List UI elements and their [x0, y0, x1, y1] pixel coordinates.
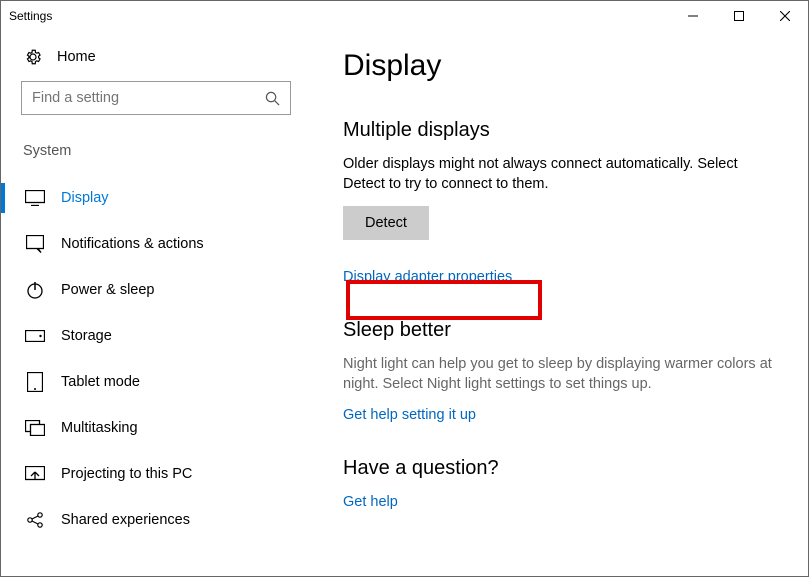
shared-icon: [25, 510, 45, 530]
category-label: System: [23, 143, 291, 159]
home-label: Home: [57, 49, 96, 65]
page-title: Display: [343, 49, 778, 83]
sidebar-item-power[interactable]: Power & sleep: [21, 267, 291, 313]
settings-window: Settings Home: [0, 0, 809, 577]
window-title: Settings: [9, 9, 52, 23]
question-heading: Have a question?: [343, 457, 778, 480]
sleep-better-heading: Sleep better: [343, 319, 778, 342]
annotation-highlight: [346, 280, 542, 320]
minimize-icon: [688, 11, 698, 21]
night-light-help-link[interactable]: Get help setting it up: [343, 407, 476, 423]
gear-icon: [23, 47, 43, 67]
sidebar-item-storage[interactable]: Storage: [21, 313, 291, 359]
sidebar-item-tablet[interactable]: Tablet mode: [21, 359, 291, 405]
sidebar-item-label: Power & sleep: [61, 282, 155, 298]
sidebar-item-label: Storage: [61, 328, 112, 344]
sidebar-item-label: Projecting to this PC: [61, 466, 192, 482]
multitasking-icon: [25, 418, 45, 438]
titlebar: Settings: [1, 1, 808, 31]
close-button[interactable]: [762, 1, 808, 31]
window-controls: [670, 1, 808, 31]
nav-list: Display Notifications & actions Power & …: [21, 175, 291, 543]
notifications-icon: [25, 234, 45, 254]
minimize-button[interactable]: [670, 1, 716, 31]
display-icon: [25, 188, 45, 208]
multiple-displays-heading: Multiple displays: [343, 119, 778, 142]
sidebar-item-display[interactable]: Display: [21, 175, 291, 221]
sidebar-item-label: Notifications & actions: [61, 236, 204, 252]
detect-button[interactable]: Detect: [343, 206, 429, 240]
sleep-better-text: Night light can help you get to sleep by…: [343, 355, 778, 394]
sidebar-item-projecting[interactable]: Projecting to this PC: [21, 451, 291, 497]
sidebar-item-notifications[interactable]: Notifications & actions: [21, 221, 291, 267]
close-icon: [780, 11, 790, 21]
maximize-button[interactable]: [716, 1, 762, 31]
sidebar-item-multitasking[interactable]: Multitasking: [21, 405, 291, 451]
search-input[interactable]: [32, 90, 265, 106]
maximize-icon: [734, 11, 744, 21]
sidebar-item-label: Display: [61, 190, 109, 206]
power-icon: [25, 280, 45, 300]
sidebar-item-label: Tablet mode: [61, 374, 140, 390]
sidebar-item-shared[interactable]: Shared experiences: [21, 497, 291, 543]
get-help-link[interactable]: Get help: [343, 494, 398, 510]
multiple-displays-text: Older displays might not always connect …: [343, 155, 778, 194]
search-icon: [265, 91, 280, 106]
search-box[interactable]: [21, 81, 291, 115]
projecting-icon: [25, 464, 45, 484]
sidebar: Home System Display: [1, 31, 311, 576]
home-link[interactable]: Home: [21, 41, 291, 81]
sidebar-item-label: Multitasking: [61, 420, 138, 436]
tablet-icon: [25, 372, 45, 392]
sidebar-item-label: Shared experiences: [61, 512, 190, 528]
storage-icon: [25, 326, 45, 346]
